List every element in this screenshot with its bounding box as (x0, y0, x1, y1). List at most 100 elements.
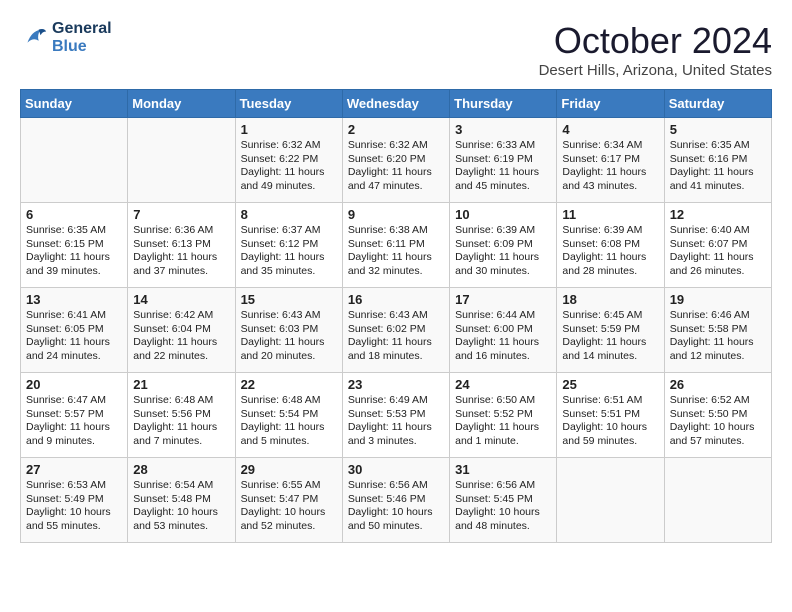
calendar-cell: 9Sunrise: 6:38 AMSunset: 6:11 PMDaylight… (342, 203, 449, 288)
cell-text: Daylight: 10 hours and 59 minutes. (562, 421, 658, 448)
cell-text: Sunset: 6:19 PM (455, 153, 551, 167)
weekday-header: Saturday (664, 90, 771, 118)
cell-text: Daylight: 11 hours and 37 minutes. (133, 251, 229, 278)
calendar-subtitle: Desert Hills, Arizona, United States (539, 62, 772, 79)
cell-text: Sunrise: 6:52 AM (670, 394, 766, 408)
cell-text: Daylight: 11 hours and 35 minutes. (241, 251, 337, 278)
calendar-cell: 26Sunrise: 6:52 AMSunset: 5:50 PMDayligh… (664, 373, 771, 458)
cell-text: Sunset: 5:56 PM (133, 408, 229, 422)
calendar-cell: 6Sunrise: 6:35 AMSunset: 6:15 PMDaylight… (21, 203, 128, 288)
day-number: 8 (241, 207, 337, 222)
cell-text: Sunrise: 6:55 AM (241, 479, 337, 493)
day-number: 29 (241, 462, 337, 477)
cell-text: Daylight: 11 hours and 32 minutes. (348, 251, 444, 278)
cell-text: Sunrise: 6:46 AM (670, 309, 766, 323)
cell-text: Sunrise: 6:56 AM (455, 479, 551, 493)
cell-text: Sunset: 6:15 PM (26, 238, 122, 252)
calendar-table: SundayMondayTuesdayWednesdayThursdayFrid… (20, 89, 772, 543)
calendar-cell: 4Sunrise: 6:34 AMSunset: 6:17 PMDaylight… (557, 118, 664, 203)
calendar-week-row: 27Sunrise: 6:53 AMSunset: 5:49 PMDayligh… (21, 458, 772, 543)
day-number: 17 (455, 292, 551, 307)
cell-text: Sunset: 6:08 PM (562, 238, 658, 252)
cell-text: Daylight: 11 hours and 5 minutes. (241, 421, 337, 448)
calendar-cell: 27Sunrise: 6:53 AMSunset: 5:49 PMDayligh… (21, 458, 128, 543)
cell-text: Sunrise: 6:44 AM (455, 309, 551, 323)
day-number: 2 (348, 122, 444, 137)
cell-text: Daylight: 11 hours and 39 minutes. (26, 251, 122, 278)
cell-text: Sunrise: 6:36 AM (133, 224, 229, 238)
cell-text: Sunset: 6:17 PM (562, 153, 658, 167)
day-number: 18 (562, 292, 658, 307)
cell-text: Daylight: 11 hours and 28 minutes. (562, 251, 658, 278)
cell-text: Sunset: 6:05 PM (26, 323, 122, 337)
cell-text: Sunset: 5:54 PM (241, 408, 337, 422)
cell-text: Sunset: 5:46 PM (348, 493, 444, 507)
cell-text: Sunrise: 6:33 AM (455, 139, 551, 153)
cell-text: Sunset: 6:12 PM (241, 238, 337, 252)
calendar-cell: 7Sunrise: 6:36 AMSunset: 6:13 PMDaylight… (128, 203, 235, 288)
cell-text: Daylight: 11 hours and 30 minutes. (455, 251, 551, 278)
cell-text: Sunrise: 6:53 AM (26, 479, 122, 493)
cell-text: Sunrise: 6:43 AM (348, 309, 444, 323)
cell-text: Sunset: 6:04 PM (133, 323, 229, 337)
calendar-cell: 24Sunrise: 6:50 AMSunset: 5:52 PMDayligh… (450, 373, 557, 458)
weekday-header: Sunday (21, 90, 128, 118)
day-number: 23 (348, 377, 444, 392)
cell-text: Sunrise: 6:43 AM (241, 309, 337, 323)
day-number: 22 (241, 377, 337, 392)
cell-text: Sunset: 6:02 PM (348, 323, 444, 337)
cell-text: Daylight: 11 hours and 7 minutes. (133, 421, 229, 448)
cell-text: Sunset: 6:20 PM (348, 153, 444, 167)
calendar-cell: 30Sunrise: 6:56 AMSunset: 5:46 PMDayligh… (342, 458, 449, 543)
day-number: 25 (562, 377, 658, 392)
cell-text: Sunrise: 6:32 AM (241, 139, 337, 153)
calendar-week-row: 1Sunrise: 6:32 AMSunset: 6:22 PMDaylight… (21, 118, 772, 203)
calendar-cell: 11Sunrise: 6:39 AMSunset: 6:08 PMDayligh… (557, 203, 664, 288)
calendar-cell: 2Sunrise: 6:32 AMSunset: 6:20 PMDaylight… (342, 118, 449, 203)
cell-text: Daylight: 11 hours and 12 minutes. (670, 336, 766, 363)
cell-text: Sunset: 6:03 PM (241, 323, 337, 337)
calendar-cell: 12Sunrise: 6:40 AMSunset: 6:07 PMDayligh… (664, 203, 771, 288)
cell-text: Sunset: 6:22 PM (241, 153, 337, 167)
cell-text: Daylight: 10 hours and 57 minutes. (670, 421, 766, 448)
cell-text: Sunrise: 6:42 AM (133, 309, 229, 323)
cell-text: Daylight: 11 hours and 14 minutes. (562, 336, 658, 363)
cell-text: Sunrise: 6:51 AM (562, 394, 658, 408)
cell-text: Sunset: 6:07 PM (670, 238, 766, 252)
cell-text: Sunrise: 6:32 AM (348, 139, 444, 153)
calendar-cell (128, 118, 235, 203)
calendar-cell: 14Sunrise: 6:42 AMSunset: 6:04 PMDayligh… (128, 288, 235, 373)
day-number: 5 (670, 122, 766, 137)
cell-text: Sunrise: 6:47 AM (26, 394, 122, 408)
day-number: 4 (562, 122, 658, 137)
calendar-week-row: 20Sunrise: 6:47 AMSunset: 5:57 PMDayligh… (21, 373, 772, 458)
calendar-cell: 22 Sunrise: 6:48 AMSunset: 5:54 PMDayligh… (235, 373, 342, 458)
day-number: 20 (26, 377, 122, 392)
cell-text: Sunrise: 6:45 AM (562, 309, 658, 323)
calendar-cell: 19Sunrise: 6:46 AMSunset: 5:58 PMDayligh… (664, 288, 771, 373)
cell-text: Sunrise: 6:39 AM (562, 224, 658, 238)
cell-text: Sunrise: 6:37 AM (241, 224, 337, 238)
calendar-title: October 2024 (539, 20, 772, 62)
calendar-cell: 29Sunrise: 6:55 AMSunset: 5:47 PMDayligh… (235, 458, 342, 543)
weekday-header: Wednesday (342, 90, 449, 118)
cell-text: Sunrise: 6:41 AM (26, 309, 122, 323)
cell-text: Sunrise: 6:56 AM (348, 479, 444, 493)
logo-line1: General (52, 20, 112, 38)
cell-text: Daylight: 11 hours and 16 minutes. (455, 336, 551, 363)
cell-text: Sunrise: 6:48 AM (241, 394, 337, 408)
cell-text: Daylight: 10 hours and 55 minutes. (26, 506, 122, 533)
cell-text: Daylight: 11 hours and 24 minutes. (26, 336, 122, 363)
cell-text: Sunrise: 6:54 AM (133, 479, 229, 493)
cell-text: Daylight: 11 hours and 20 minutes. (241, 336, 337, 363)
cell-text: Daylight: 11 hours and 41 minutes. (670, 166, 766, 193)
calendar-cell: 5Sunrise: 6:35 AMSunset: 6:16 PMDaylight… (664, 118, 771, 203)
cell-text: Daylight: 10 hours and 50 minutes. (348, 506, 444, 533)
logo-icon (20, 24, 48, 52)
weekday-header: Friday (557, 90, 664, 118)
cell-text: Daylight: 11 hours and 26 minutes. (670, 251, 766, 278)
calendar-week-row: 6Sunrise: 6:35 AMSunset: 6:15 PMDaylight… (21, 203, 772, 288)
cell-text: Daylight: 10 hours and 53 minutes. (133, 506, 229, 533)
cell-text: Daylight: 11 hours and 9 minutes. (26, 421, 122, 448)
cell-text: Daylight: 11 hours and 18 minutes. (348, 336, 444, 363)
